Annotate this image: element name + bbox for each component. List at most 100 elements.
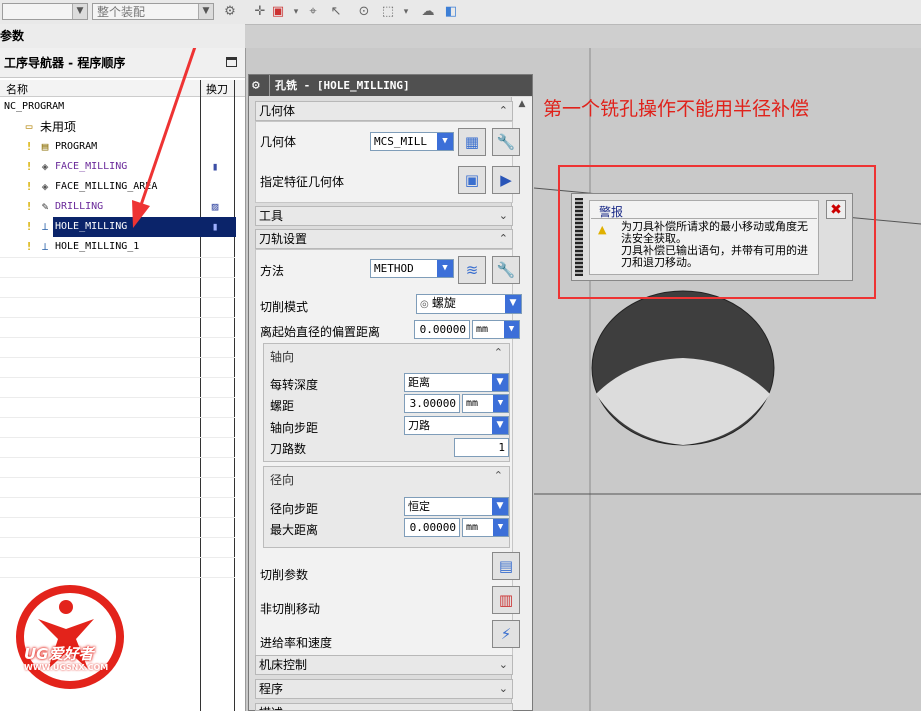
pitch-label: 螺距	[270, 399, 295, 413]
col-tool-change-header[interactable]: 换刀	[206, 81, 228, 97]
section-machine-control[interactable]: 机床控制 ⌄	[255, 655, 513, 675]
expand-icon[interactable]: ⌄	[499, 656, 508, 674]
max-dist-input[interactable]: 0.00000	[404, 518, 460, 537]
pitch-unit-select[interactable]: mm ▼	[462, 394, 509, 413]
chevron-down-icon[interactable]: ▼	[504, 321, 519, 338]
col-name-header[interactable]: 名称	[6, 81, 28, 97]
passes-label: 刀路数	[270, 442, 307, 456]
crosshair-icon[interactable]: ⌖	[305, 4, 321, 20]
collapse-icon[interactable]: ⌃	[494, 346, 503, 359]
alert-line-1: 为刀具补偿所请求的最小移动或角度无法安全获取。	[621, 220, 808, 245]
expand-icon[interactable]: ⌄	[499, 207, 508, 225]
expand-icon[interactable]: ⌄	[499, 680, 508, 698]
collapse-icon[interactable]: ⌃	[494, 469, 503, 482]
point-icon[interactable]: ✛	[252, 4, 268, 20]
chevron-down-icon[interactable]: ▼	[198, 4, 213, 19]
assembly-scope-combo[interactable]: 整个装配 ▼	[92, 3, 214, 20]
new-geometry-button[interactable]: ▦	[458, 128, 486, 156]
max-dist-unit: mm	[466, 522, 479, 533]
chevron-down-icon[interactable]: ▼	[492, 417, 508, 434]
feeds-label: 进给率和速度	[260, 636, 333, 650]
max-dist-unit-select[interactable]: mm ▼	[462, 518, 509, 537]
chevron-down-icon[interactable]: ▼	[493, 519, 508, 536]
pin-icon: !	[25, 160, 33, 173]
chevron-down-icon[interactable]: ▼	[437, 133, 453, 150]
tree-item-unused[interactable]: ▭ 未用项	[0, 117, 236, 137]
feeds-speeds-button[interactable]: ⚡	[492, 620, 520, 648]
chevron-down-icon[interactable]: ▼	[493, 395, 508, 412]
tree-item-label: FACE_MILLING_AREA	[55, 181, 158, 192]
row-divider	[0, 297, 235, 298]
pitch-unit: mm	[466, 398, 479, 409]
scroll-up-icon[interactable]: ▲	[514, 97, 530, 111]
chevron-down-icon[interactable]: ▼	[492, 498, 508, 515]
depth-per-rev-label: 每转深度	[270, 378, 319, 392]
dialog-title-bar[interactable]: ⚙ 孔铣 - [HOLE_MILLING]	[249, 75, 532, 96]
geometry-select[interactable]: MCS_MILL ▼	[370, 132, 454, 151]
offset-input[interactable]: 0.00000	[414, 320, 470, 339]
row-divider	[0, 277, 235, 278]
offset-unit-select[interactable]: mm ▼	[472, 320, 520, 339]
flashlight-icon[interactable]: ▶	[492, 166, 520, 194]
collapse-icon[interactable]: ⌃	[499, 230, 508, 248]
pin-icon: !	[25, 200, 33, 213]
chevron-down-icon[interactable]: ▼	[437, 260, 453, 277]
pin-icon: !	[25, 180, 33, 193]
tree-item-drilling[interactable]: ! ✎ DRILLING ▨	[0, 197, 236, 217]
section-machine-control-label: 机床控制	[259, 658, 308, 672]
logo-text: UG爱好者	[24, 645, 94, 663]
tree-item-label: NC_PROGRAM	[4, 101, 65, 112]
pin-icon: !	[25, 240, 33, 253]
specify-feature-button[interactable]: ▣	[458, 166, 486, 194]
axial-step-select[interactable]: 刀路 ▼	[404, 416, 509, 435]
pitch-input[interactable]: 3.00000	[404, 394, 460, 413]
row-divider	[0, 317, 235, 318]
maximize-icon[interactable]	[226, 57, 237, 67]
alert-line-2: 刀具补偿已输出语句，并带有可用的进刀和退刀移动。	[621, 244, 808, 269]
folder-icon: ▭	[25, 120, 33, 133]
warning-icon: ▲	[598, 223, 607, 236]
section-program[interactable]: 程序 ⌄	[255, 679, 513, 699]
section-geometry[interactable]: 几何体 ⌃	[255, 101, 513, 121]
close-icon[interactable]: ✖	[826, 200, 846, 219]
cut-mode-select[interactable]: ◎ 螺旋 ▼	[416, 294, 522, 314]
cursor-icon[interactable]: ↖	[328, 4, 344, 20]
chevron-down-icon[interactable]: ▾	[288, 4, 304, 20]
gear-icon[interactable]: ⚙	[252, 75, 260, 96]
non-cutting-button[interactable]: ▥	[492, 586, 520, 614]
collapse-icon[interactable]: ⌃	[499, 102, 508, 120]
method-select[interactable]: METHOD ▼	[370, 259, 454, 278]
specify-feature-label: 指定特征几何体	[260, 175, 345, 189]
tree-item-label: HOLE_MILLING_1	[55, 241, 140, 252]
tree-item-nc-program[interactable]: NC_PROGRAM	[0, 97, 236, 117]
cutting-params-button[interactable]: ▤	[492, 552, 520, 580]
depth-per-rev-select[interactable]: 距离 ▼	[404, 373, 509, 392]
tree-item-program[interactable]: ! ▤ PROGRAM	[0, 137, 236, 157]
drill-icon: ✎	[41, 200, 49, 213]
section-tool[interactable]: 工具 ⌄	[255, 206, 513, 226]
circle-select-icon[interactable]: ⊙	[356, 4, 372, 20]
chevron-down-icon[interactable]: ▾	[398, 4, 414, 20]
drag-handle[interactable]	[575, 198, 583, 276]
section-path-settings[interactable]: 刀轨设置 ⌃	[255, 229, 513, 249]
new-method-button[interactable]: ≋	[458, 256, 486, 284]
tree-item-face-milling-area[interactable]: ! ◈ FACE_MILLING_AREA	[0, 177, 236, 197]
radial-panel: 径向 ⌃ 径向步距 恒定 ▼ 最大距离 0.00000 mm ▼	[263, 466, 510, 548]
select-box-icon[interactable]: ▣	[270, 4, 286, 20]
edit-method-button: 🔧	[492, 256, 520, 284]
edit-geometry-button[interactable]: 🔧	[492, 128, 520, 156]
tree-item-hole-milling-1[interactable]: ! ⊥ HOLE_MILLING_1	[0, 237, 236, 257]
radial-step-select[interactable]: 恒定 ▼	[404, 497, 509, 516]
passes-input[interactable]: 1	[454, 438, 509, 457]
tree-item-face-milling[interactable]: ! ◈ FACE_MILLING ▮	[0, 157, 236, 177]
tree-item-hole-milling[interactable]: ! ⊥ HOLE_MILLING ▮	[0, 217, 236, 237]
filter-combo[interactable]: ▼	[2, 3, 88, 20]
lasso-icon[interactable]: ⬚	[380, 4, 396, 20]
chevron-down-icon[interactable]: ▼	[72, 4, 87, 19]
chevron-down-icon[interactable]: ▼	[492, 374, 508, 391]
snap-icon[interactable]: ⚙	[222, 4, 238, 20]
section-description[interactable]: 描述	[255, 703, 513, 711]
chevron-down-icon[interactable]: ▼	[505, 295, 521, 313]
cube-icon[interactable]: ◧	[443, 4, 459, 20]
shape-icon[interactable]: ☁	[420, 4, 436, 20]
